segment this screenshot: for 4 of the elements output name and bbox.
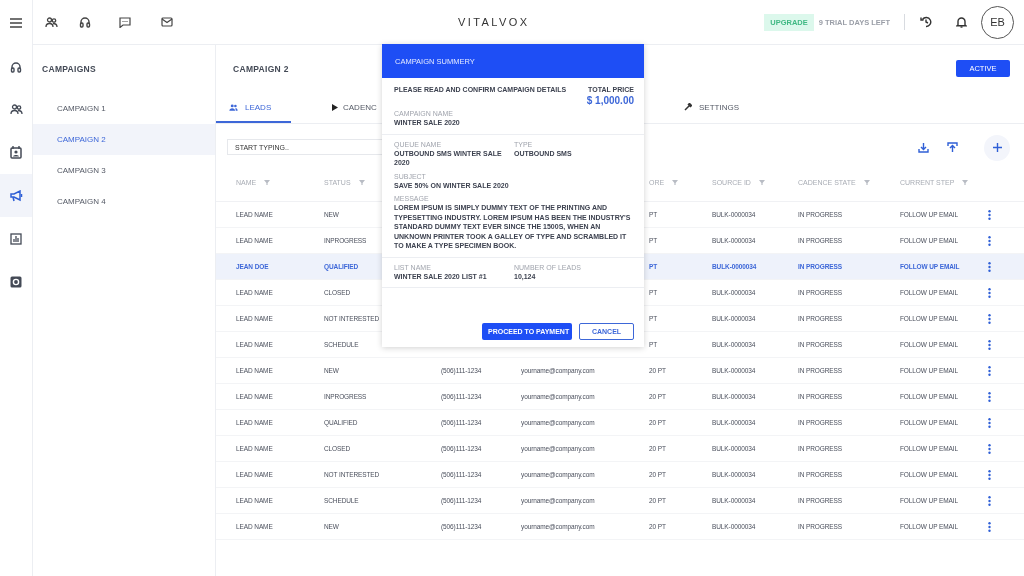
campaign-title: CAMPAIGN 2 [233,64,289,74]
sidebar-title: CAMPAIGNS [41,63,97,76]
total-price: $ 1,000.00 [586,95,634,106]
logo: VITALVOX [458,16,530,28]
